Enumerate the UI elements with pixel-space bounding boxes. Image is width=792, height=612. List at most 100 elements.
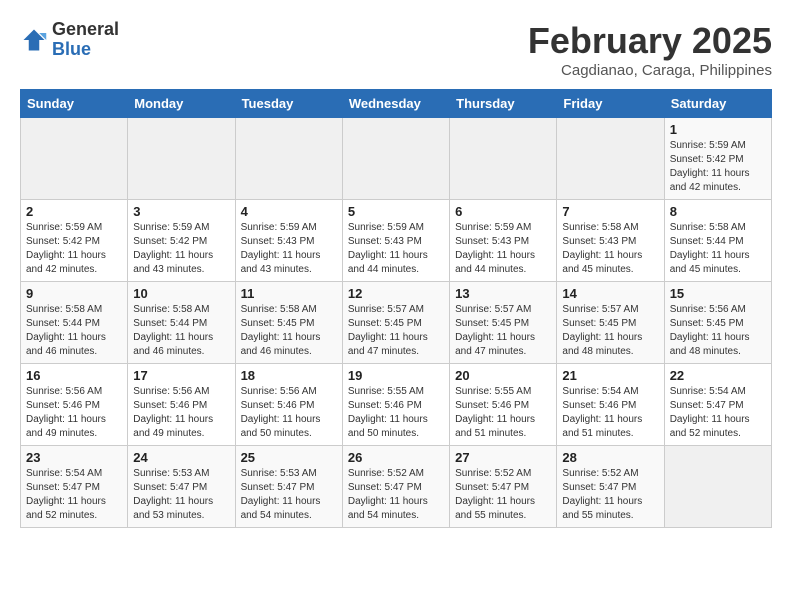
day-info: Sunrise: 5:55 AM Sunset: 5:46 PM Dayligh… <box>348 385 444 441</box>
day-number: 7 <box>562 204 658 219</box>
day-number: 26 <box>348 450 444 465</box>
calendar-cell: 7Sunrise: 5:58 AM Sunset: 5:43 PM Daylig… <box>557 200 664 282</box>
day-info: Sunrise: 5:56 AM Sunset: 5:46 PM Dayligh… <box>26 385 122 441</box>
day-info: Sunrise: 5:59 AM Sunset: 5:43 PM Dayligh… <box>348 221 444 277</box>
day-number: 16 <box>26 368 122 383</box>
day-info: Sunrise: 5:54 AM Sunset: 5:46 PM Dayligh… <box>562 385 658 441</box>
logo: General Blue <box>20 20 119 60</box>
calendar-cell: 1 Sunrise: 5:59 AM Sunset: 5:42 PM Daylig… <box>664 118 771 200</box>
week-row-4: 16 Sunrise: 5:56 AM Sunset: 5:46 PM Dayli… <box>21 364 772 446</box>
day-info: Sunrise: 5:52 AM Sunset: 5:47 PM Dayligh… <box>562 467 658 523</box>
day-number: 8 <box>670 204 766 219</box>
day-info: Sunrise: 5:54 AM Sunset: 5:47 PM Dayligh… <box>26 467 122 523</box>
day-info: Sunrise: 5:53 AM Sunset: 5:47 PM Dayligh… <box>241 467 337 523</box>
week-row-5: 23 Sunrise: 5:54 AM Sunset: 5:47 PM Dayli… <box>21 446 772 528</box>
day-number: 10 <box>133 286 229 301</box>
calendar-cell: 17Sunrise: 5:56 AM Sunset: 5:46 PM Dayli… <box>128 364 235 446</box>
day-info: Sunrise: 5:58 AM Sunset: 5:44 PM Dayligh… <box>26 303 122 359</box>
day-info: Sunrise: 5:59 AM Sunset: 5:43 PM Dayligh… <box>241 221 337 277</box>
day-info: Sunrise: 5:57 AM Sunset: 5:45 PM Dayligh… <box>348 303 444 359</box>
day-info: Sunrise: 5:52 AM Sunset: 5:47 PM Dayligh… <box>455 467 551 523</box>
logo-blue-text: Blue <box>52 40 119 60</box>
week-row-3: 9 Sunrise: 5:58 AM Sunset: 5:44 PM Daylig… <box>21 282 772 364</box>
weekday-header-friday: Friday <box>557 90 664 118</box>
weekday-header-thursday: Thursday <box>450 90 557 118</box>
calendar-cell: 24 Sunrise: 5:53 AM Sunset: 5:47 PM Dayli… <box>128 446 235 528</box>
day-number: 25 <box>241 450 337 465</box>
day-number: 17 <box>133 368 229 383</box>
day-info: Sunrise: 5:59 AM Sunset: 5:42 PM Dayligh… <box>133 221 229 277</box>
day-number: 11 <box>241 286 337 301</box>
day-info: Sunrise: 5:56 AM Sunset: 5:45 PM Dayligh… <box>670 303 766 359</box>
day-number: 9 <box>26 286 122 301</box>
day-info: Sunrise: 5:59 AM Sunset: 5:42 PM Dayligh… <box>26 221 122 277</box>
day-info: Sunrise: 5:59 AM Sunset: 5:43 PM Dayligh… <box>455 221 551 277</box>
calendar-cell: 9 Sunrise: 5:58 AM Sunset: 5:44 PM Daylig… <box>21 282 128 364</box>
day-number: 23 <box>26 450 122 465</box>
weekday-header-sunday: Sunday <box>21 90 128 118</box>
day-info: Sunrise: 5:57 AM Sunset: 5:45 PM Dayligh… <box>562 303 658 359</box>
day-number: 27 <box>455 450 551 465</box>
calendar-cell <box>128 118 235 200</box>
calendar-cell: 8 Sunrise: 5:58 AM Sunset: 5:44 PM Daylig… <box>664 200 771 282</box>
day-number: 24 <box>133 450 229 465</box>
calendar-cell: 12 Sunrise: 5:57 AM Sunset: 5:45 PM Dayli… <box>342 282 449 364</box>
day-number: 19 <box>348 368 444 383</box>
day-number: 22 <box>670 368 766 383</box>
month-title: February 2025 <box>528 20 772 62</box>
calendar-cell: 4 Sunrise: 5:59 AM Sunset: 5:43 PM Daylig… <box>235 200 342 282</box>
calendar-cell <box>21 118 128 200</box>
calendar-cell: 27 Sunrise: 5:52 AM Sunset: 5:47 PM Dayli… <box>450 446 557 528</box>
day-info: Sunrise: 5:58 AM Sunset: 5:44 PM Dayligh… <box>133 303 229 359</box>
calendar-cell: 28Sunrise: 5:52 AM Sunset: 5:47 PM Dayli… <box>557 446 664 528</box>
calendar-cell: 21 Sunrise: 5:54 AM Sunset: 5:46 PM Dayli… <box>557 364 664 446</box>
day-number: 20 <box>455 368 551 383</box>
day-info: Sunrise: 5:57 AM Sunset: 5:45 PM Dayligh… <box>455 303 551 359</box>
location-title: Cagdianao, Caraga, Philippines <box>528 62 772 79</box>
calendar-cell: 14 Sunrise: 5:57 AM Sunset: 5:45 PM Dayli… <box>557 282 664 364</box>
weekday-header-saturday: Saturday <box>664 90 771 118</box>
day-info: Sunrise: 5:58 AM Sunset: 5:45 PM Dayligh… <box>241 303 337 359</box>
calendar-cell: 18 Sunrise: 5:56 AM Sunset: 5:46 PM Dayli… <box>235 364 342 446</box>
calendar-cell: 6Sunrise: 5:59 AM Sunset: 5:43 PM Daylig… <box>450 200 557 282</box>
weekday-header-row: SundayMondayTuesdayWednesdayThursdayFrid… <box>21 90 772 118</box>
logo-icon <box>20 26 48 54</box>
calendar-table: SundayMondayTuesdayWednesdayThursdayFrid… <box>20 89 772 528</box>
calendar-cell: 25 Sunrise: 5:53 AM Sunset: 5:47 PM Dayli… <box>235 446 342 528</box>
day-number: 5 <box>348 204 444 219</box>
week-row-1: 1 Sunrise: 5:59 AM Sunset: 5:42 PM Daylig… <box>21 118 772 200</box>
calendar-cell: 2 Sunrise: 5:59 AM Sunset: 5:42 PM Daylig… <box>21 200 128 282</box>
day-info: Sunrise: 5:56 AM Sunset: 5:46 PM Dayligh… <box>241 385 337 441</box>
day-number: 14 <box>562 286 658 301</box>
logo-text: General Blue <box>52 20 119 60</box>
day-number: 15 <box>670 286 766 301</box>
calendar-cell: 11 Sunrise: 5:58 AM Sunset: 5:45 PM Dayli… <box>235 282 342 364</box>
calendar-cell <box>557 118 664 200</box>
day-info: Sunrise: 5:58 AM Sunset: 5:44 PM Dayligh… <box>670 221 766 277</box>
title-block: February 2025 Cagdianao, Caraga, Philipp… <box>528 20 772 79</box>
weekday-header-wednesday: Wednesday <box>342 90 449 118</box>
day-number: 18 <box>241 368 337 383</box>
day-number: 2 <box>26 204 122 219</box>
calendar-cell: 20Sunrise: 5:55 AM Sunset: 5:46 PM Dayli… <box>450 364 557 446</box>
day-number: 1 <box>670 122 766 137</box>
calendar-cell: 23 Sunrise: 5:54 AM Sunset: 5:47 PM Dayli… <box>21 446 128 528</box>
day-number: 12 <box>348 286 444 301</box>
calendar-cell: 22 Sunrise: 5:54 AM Sunset: 5:47 PM Dayli… <box>664 364 771 446</box>
calendar-cell: 3 Sunrise: 5:59 AM Sunset: 5:42 PM Daylig… <box>128 200 235 282</box>
page-header: General Blue February 2025 Cagdianao, Ca… <box>20 20 772 79</box>
day-number: 4 <box>241 204 337 219</box>
day-info: Sunrise: 5:54 AM Sunset: 5:47 PM Dayligh… <box>670 385 766 441</box>
calendar-cell: 5 Sunrise: 5:59 AM Sunset: 5:43 PM Daylig… <box>342 200 449 282</box>
calendar-cell <box>342 118 449 200</box>
calendar-cell <box>235 118 342 200</box>
calendar-cell: 15 Sunrise: 5:56 AM Sunset: 5:45 PM Dayli… <box>664 282 771 364</box>
day-number: 21 <box>562 368 658 383</box>
day-info: Sunrise: 5:59 AM Sunset: 5:42 PM Dayligh… <box>670 139 766 195</box>
day-info: Sunrise: 5:53 AM Sunset: 5:47 PM Dayligh… <box>133 467 229 523</box>
day-number: 3 <box>133 204 229 219</box>
calendar-cell: 16 Sunrise: 5:56 AM Sunset: 5:46 PM Dayli… <box>21 364 128 446</box>
calendar-cell: 10 Sunrise: 5:58 AM Sunset: 5:44 PM Dayli… <box>128 282 235 364</box>
day-info: Sunrise: 5:52 AM Sunset: 5:47 PM Dayligh… <box>348 467 444 523</box>
calendar-cell <box>450 118 557 200</box>
